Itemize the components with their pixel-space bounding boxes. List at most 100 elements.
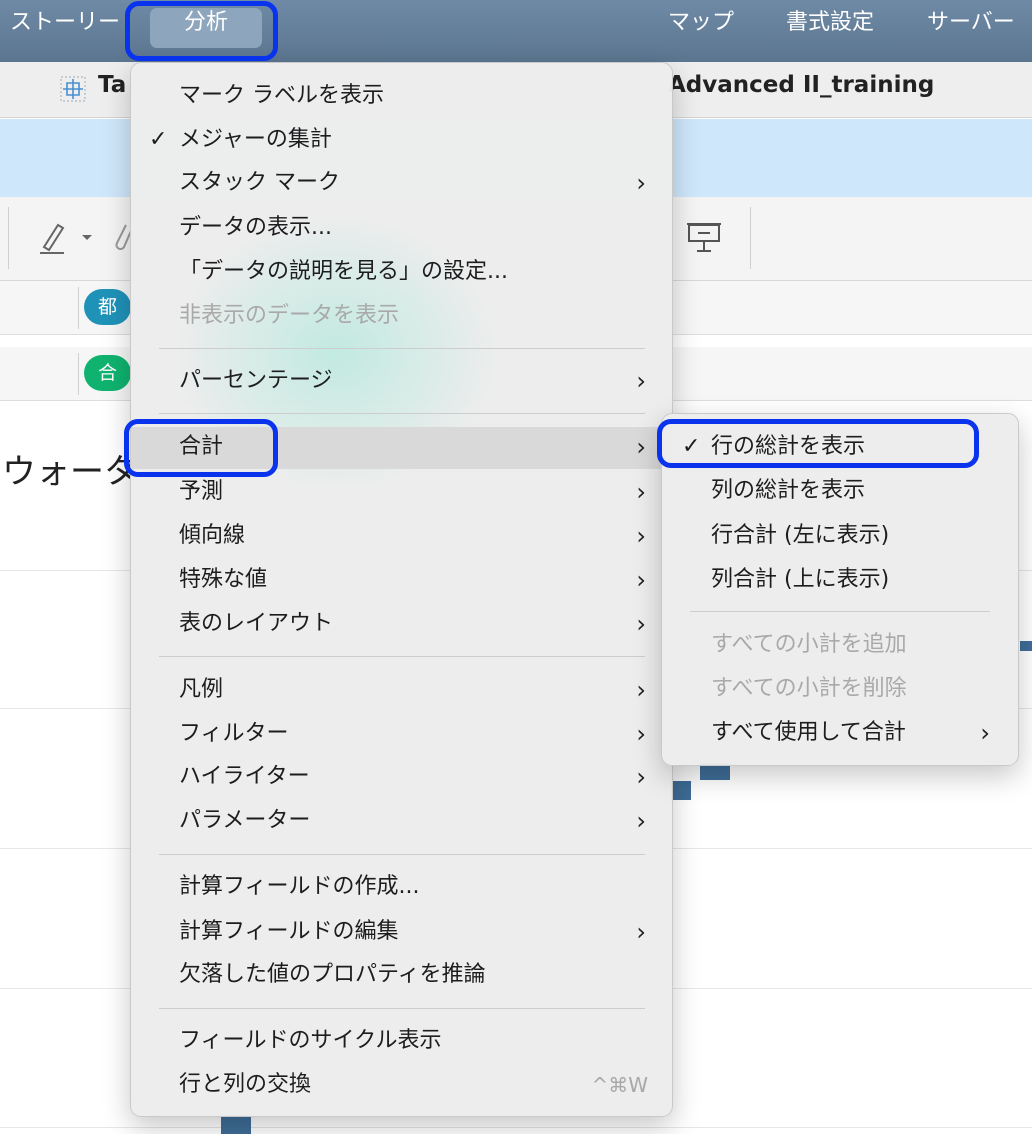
menu-item-label: 表のレイアウト xyxy=(179,611,334,636)
menu-item-label: 欠落した値のプロパティを推論 xyxy=(179,962,486,987)
chevron-right-icon: › xyxy=(636,610,646,638)
chevron-right-icon: › xyxy=(636,367,646,395)
menu-bar: ストーリー 分析 マップ 書式設定 サーバー xyxy=(0,0,1032,62)
view-title: ウォータ xyxy=(2,452,138,492)
rows-pill[interactable]: 合 xyxy=(84,355,132,391)
paperclip-icon[interactable] xyxy=(112,221,132,260)
menu-item-filters[interactable]: フィルター › xyxy=(131,714,672,754)
toolbar-divider xyxy=(8,207,9,269)
submenu-item-label: 列の総計を表示 xyxy=(711,478,866,503)
datasource-icon xyxy=(60,76,86,102)
submenu-item-label: 列合計 (上に表示) xyxy=(711,567,890,592)
chevron-right-icon: › xyxy=(636,433,646,461)
submenu-item-label: 行合計 (左に表示) xyxy=(711,523,890,548)
menu-item-label: 非表示のデータを表示 xyxy=(179,303,400,328)
menu-item-label: 「データの説明を見る」の設定... xyxy=(179,259,508,284)
chevron-right-icon: › xyxy=(636,918,646,946)
checkmark-icon: ✓ xyxy=(682,434,701,459)
toolbar-divider xyxy=(750,207,751,269)
chevron-right-icon: › xyxy=(636,522,646,550)
menu-item-reveal-hidden-data: 非表示のデータを表示 xyxy=(131,296,672,336)
menu-item-label: フィルター xyxy=(179,721,289,746)
chevron-right-icon: › xyxy=(636,566,646,594)
menu-item-label: 計算フィールドの作成... xyxy=(179,874,420,899)
menu-item-trend-lines[interactable]: 傾向線 › xyxy=(131,516,672,556)
menu-item-label: 計算フィールドの編集 xyxy=(179,919,399,944)
workbook-title: Advanced II_training xyxy=(668,72,935,98)
chevron-right-icon: › xyxy=(636,720,646,748)
gridline xyxy=(0,1127,1032,1128)
menu-item-label: 行と列の交換 xyxy=(179,1072,312,1097)
menu-item-label: マーク ラベルを表示 xyxy=(179,83,384,108)
menu-item-swap-rows-and-columns[interactable]: 行と列の交換 ^⌘W xyxy=(131,1065,672,1105)
menu-map[interactable]: マップ xyxy=(668,0,734,46)
menu-item-label: パラメーター xyxy=(179,808,311,833)
submenu-item-label: すべて使用して合計 xyxy=(711,720,906,745)
analysis-menu: マーク ラベルを表示 ✓ メジャーの集計 スタック マーク › データの表示..… xyxy=(130,62,673,1117)
menu-item-label: フィールドのサイクル表示 xyxy=(179,1028,442,1053)
menu-separator xyxy=(690,611,990,612)
menu-item-special-values[interactable]: 特殊な値 › xyxy=(131,560,672,600)
menu-item-parameters[interactable]: パラメーター › xyxy=(131,801,672,841)
menu-item-show-mark-labels[interactable]: マーク ラベルを表示 xyxy=(131,76,672,116)
menu-item-explain-data-settings[interactable]: 「データの説明を見る」の設定... xyxy=(131,252,672,292)
submenu-item-add-all-subtotals: すべての小計を追加 xyxy=(662,625,1018,665)
menu-item-label: 凡例 xyxy=(179,677,224,702)
menu-item-table-layout[interactable]: 表のレイアウト › xyxy=(131,604,672,644)
menu-item-label: パーセンテージ xyxy=(179,368,333,393)
submenu-item-column-totals-top[interactable]: 列合計 (上に表示) xyxy=(662,560,1018,600)
submenu-item-row-totals-left[interactable]: 行合計 (左に表示) xyxy=(662,516,1018,556)
menu-item-label: スタック マーク xyxy=(179,170,340,195)
shelf-divider xyxy=(78,287,79,329)
menu-server[interactable]: サーバー xyxy=(927,0,1015,46)
menu-item-cycle-fields[interactable]: フィールドのサイクル表示 xyxy=(131,1021,672,1061)
submenu-item-total-all-using[interactable]: すべて使用して合計 › xyxy=(662,713,1018,753)
menu-separator xyxy=(159,1008,645,1009)
waterfall-bar[interactable] xyxy=(671,781,691,800)
chevron-right-icon: › xyxy=(636,676,646,704)
menu-item-percentages[interactable]: パーセンテージ › xyxy=(131,361,672,401)
pen-icon[interactable] xyxy=(38,219,94,264)
totals-submenu: ✓ 行の総計を表示 列の総計を表示 行合計 (左に表示) 列合計 (上に表示) … xyxy=(661,413,1019,766)
menu-item-label: 合計 xyxy=(179,434,224,459)
keyboard-shortcut: ^⌘W xyxy=(591,1073,648,1097)
menu-item-stack-marks[interactable]: スタック マーク › xyxy=(131,163,672,203)
chevron-right-icon: › xyxy=(636,807,646,835)
waterfall-bar[interactable] xyxy=(221,1115,251,1134)
workbook-title-left: Ta xyxy=(98,72,127,98)
menu-item-label: 傾向線 xyxy=(179,523,246,548)
menu-item-edit-calculated-field[interactable]: 計算フィールドの編集 › xyxy=(131,912,672,952)
menu-separator xyxy=(159,413,645,414)
chevron-right-icon: › xyxy=(636,763,646,791)
menu-item-aggregate-measures[interactable]: ✓ メジャーの集計 xyxy=(131,120,672,160)
waterfall-bar[interactable] xyxy=(1020,641,1032,651)
submenu-item-show-row-grand-totals[interactable]: ✓ 行の総計を表示 xyxy=(662,427,1018,467)
submenu-item-label: すべての小計を追加 xyxy=(711,632,907,657)
menu-item-legends[interactable]: 凡例 › xyxy=(131,670,672,710)
chevron-right-icon: › xyxy=(636,478,646,506)
submenu-item-label: すべての小計を削除 xyxy=(711,676,907,701)
menu-item-create-calculated-field[interactable]: 計算フィールドの作成... xyxy=(131,867,672,907)
menu-item-infer-missing-value-properties[interactable]: 欠落した値のプロパティを推論 xyxy=(131,955,672,995)
menu-item-label: メジャーの集計 xyxy=(179,127,332,152)
columns-pill[interactable]: 都 xyxy=(84,289,132,325)
menu-item-forecast[interactable]: 予測 › xyxy=(131,472,672,512)
menu-item-label: ハイライター xyxy=(179,764,310,789)
chevron-right-icon: › xyxy=(636,169,646,197)
shelf-divider xyxy=(78,353,79,395)
menu-item-totals[interactable]: 合計 › xyxy=(131,427,672,469)
submenu-item-show-column-grand-totals[interactable]: 列の総計を表示 xyxy=(662,471,1018,511)
submenu-item-label: 行の総計を表示 xyxy=(711,434,866,459)
menu-analysis[interactable]: 分析 xyxy=(150,8,262,48)
menu-format[interactable]: 書式設定 xyxy=(786,0,874,46)
menu-separator xyxy=(159,348,645,349)
chevron-right-icon: › xyxy=(980,719,990,747)
menu-item-view-data[interactable]: データの表示... xyxy=(131,208,672,248)
menu-separator xyxy=(159,656,645,657)
menu-item-highlighters[interactable]: ハイライター › xyxy=(131,757,672,797)
presentation-icon[interactable] xyxy=(686,219,722,262)
menu-story[interactable]: ストーリー xyxy=(10,0,120,46)
checkmark-icon: ✓ xyxy=(149,127,168,152)
menu-item-label: データの表示... xyxy=(179,215,332,240)
submenu-item-remove-all-subtotals: すべての小計を削除 xyxy=(662,669,1018,709)
